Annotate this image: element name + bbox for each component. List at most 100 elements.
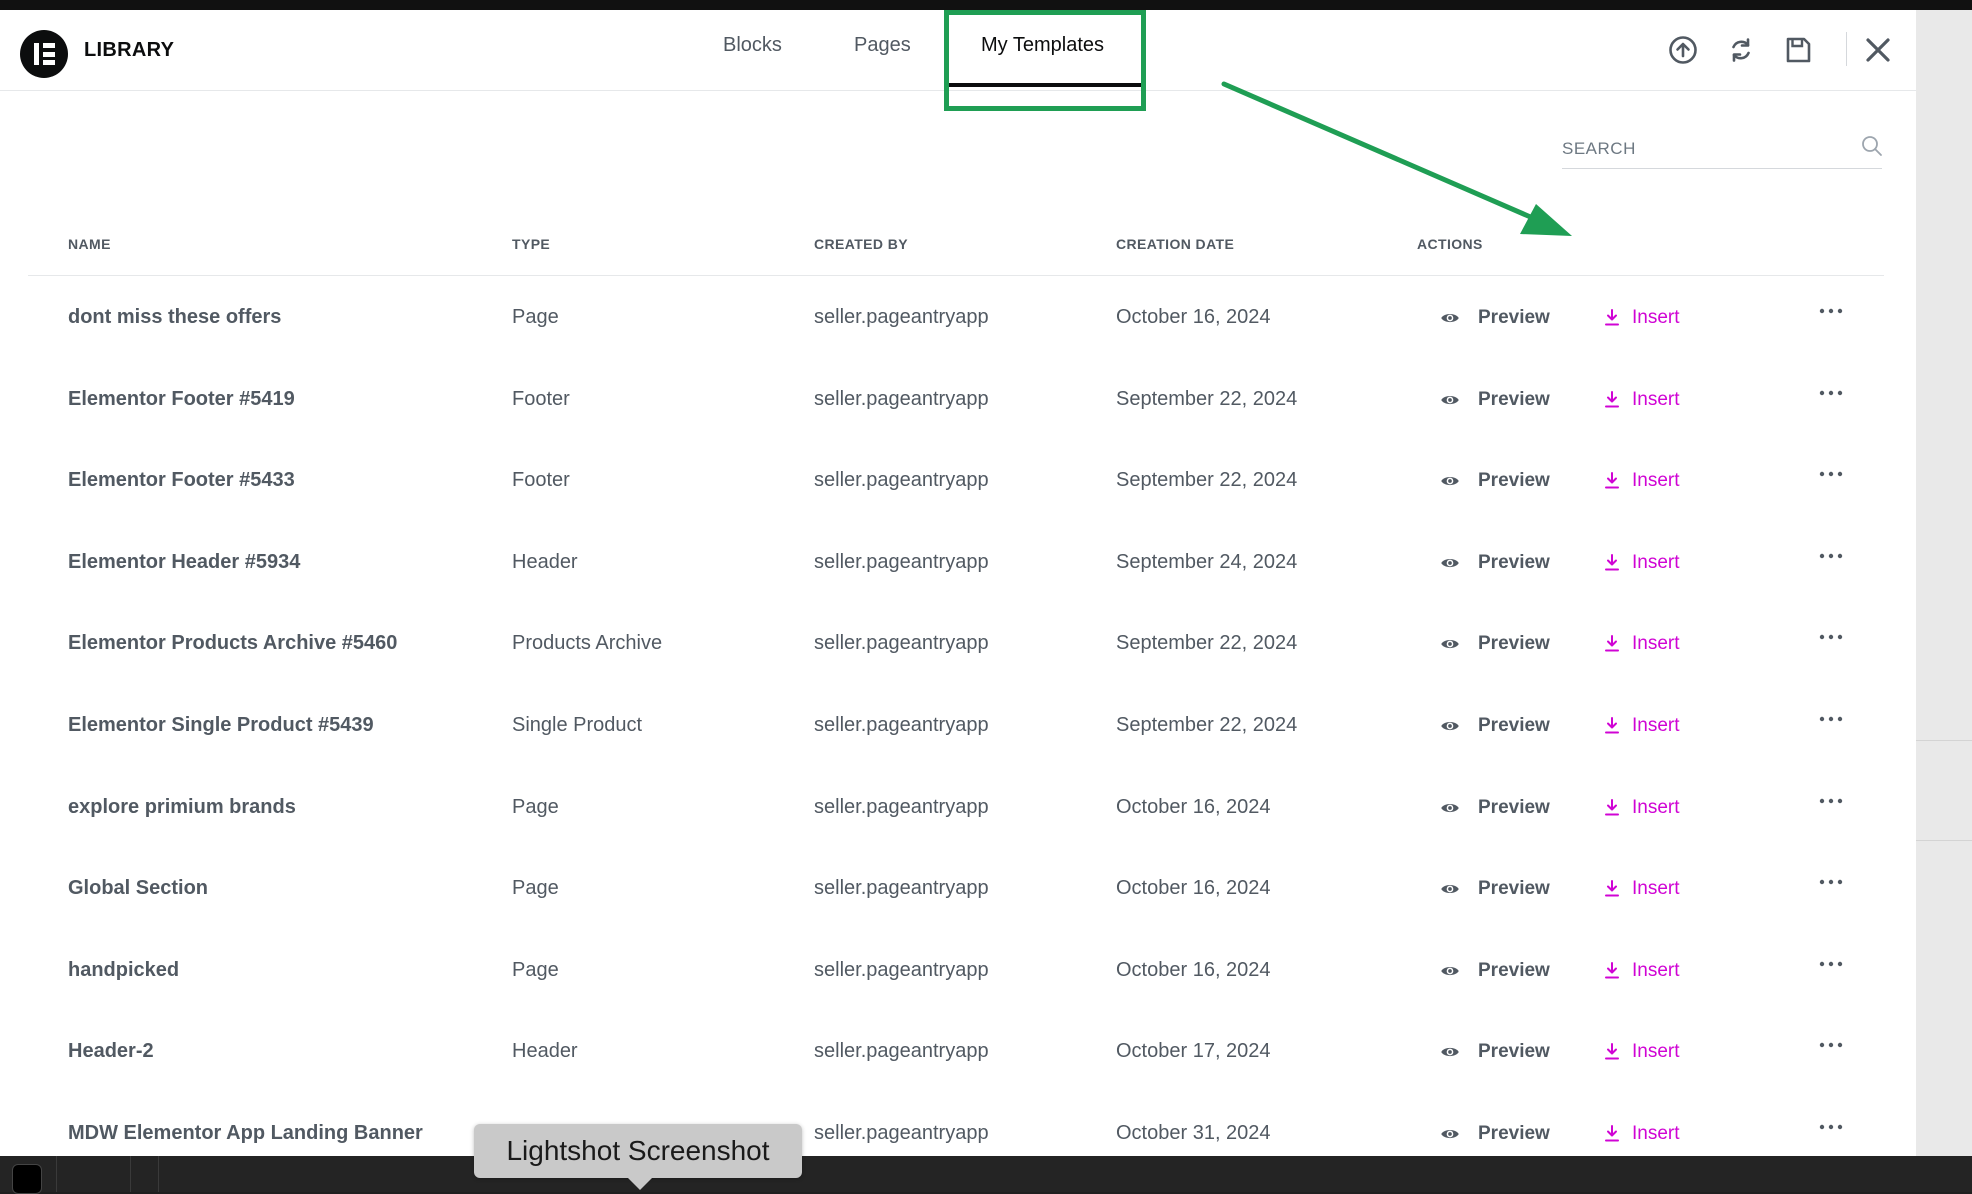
download-icon bbox=[1605, 962, 1619, 979]
preview-label: Preview bbox=[1478, 470, 1550, 491]
preview-button[interactable]: Preview bbox=[1440, 1114, 1550, 1154]
eye-icon bbox=[1441, 884, 1459, 894]
insert-button[interactable]: Insert bbox=[1604, 869, 1680, 909]
insert-button[interactable]: Insert bbox=[1604, 380, 1680, 420]
template-name[interactable]: Header-2 bbox=[68, 1040, 154, 1063]
insert-button[interactable]: Insert bbox=[1604, 543, 1680, 583]
tab-pages[interactable]: Pages bbox=[854, 34, 911, 57]
more-options-icon[interactable] bbox=[1816, 704, 1846, 734]
table-row: dont miss these offers Page seller.pageant… bbox=[0, 276, 1916, 358]
template-author: seller.pageantryapp bbox=[814, 1122, 989, 1144]
template-author: seller.pageantryapp bbox=[814, 714, 989, 736]
preview-label: Preview bbox=[1478, 633, 1550, 654]
preview-button[interactable]: Preview bbox=[1440, 869, 1550, 909]
annotation-arrow bbox=[1221, 81, 1572, 236]
eye-icon bbox=[1441, 1047, 1459, 1057]
eye-icon bbox=[1441, 1129, 1459, 1139]
download-icon bbox=[1605, 880, 1619, 897]
more-options-icon[interactable] bbox=[1816, 1112, 1846, 1142]
template-creation-date: October 17, 2024 bbox=[1116, 1040, 1271, 1062]
template-type: Products Archive bbox=[512, 632, 663, 654]
more-options-icon[interactable] bbox=[1816, 378, 1846, 408]
eye-icon bbox=[1441, 313, 1459, 323]
preview-button[interactable]: Preview bbox=[1440, 461, 1550, 501]
template-creation-date: September 22, 2024 bbox=[1116, 714, 1298, 736]
preview-button[interactable]: Preview bbox=[1440, 624, 1550, 664]
close-icon[interactable] bbox=[1862, 34, 1894, 66]
annotation-highlight-box bbox=[944, 10, 1146, 111]
template-name[interactable]: MDW Elementor App Landing Banner bbox=[68, 1122, 423, 1145]
template-creation-date: October 16, 2024 bbox=[1116, 796, 1271, 818]
preview-button[interactable]: Preview bbox=[1440, 298, 1550, 338]
preview-button[interactable]: Preview bbox=[1440, 951, 1550, 991]
sync-icon[interactable] bbox=[1725, 34, 1757, 66]
template-name[interactable]: explore primium brands bbox=[68, 796, 296, 819]
template-creation-date: September 22, 2024 bbox=[1116, 469, 1298, 491]
column-header-type: TYPE bbox=[512, 236, 551, 252]
tab-blocks[interactable]: Blocks bbox=[723, 34, 782, 57]
search-input[interactable] bbox=[1562, 130, 1882, 169]
preview-label: Preview bbox=[1478, 715, 1550, 736]
elementor-logo-icon bbox=[20, 30, 68, 78]
more-options-icon[interactable] bbox=[1816, 949, 1846, 979]
insert-label: Insert bbox=[1632, 552, 1680, 573]
download-icon bbox=[1605, 554, 1619, 571]
preview-button[interactable]: Preview bbox=[1440, 706, 1550, 746]
template-author: seller.pageantryapp bbox=[814, 388, 989, 410]
template-author: seller.pageantryapp bbox=[814, 306, 989, 328]
template-creation-date: October 16, 2024 bbox=[1116, 306, 1271, 328]
template-creation-date: September 22, 2024 bbox=[1116, 388, 1298, 410]
more-options-icon[interactable] bbox=[1816, 541, 1846, 571]
insert-button[interactable]: Insert bbox=[1604, 298, 1680, 338]
template-name[interactable]: Elementor Header #5934 bbox=[68, 551, 300, 574]
search-icon bbox=[1862, 136, 1882, 156]
header-divider bbox=[1846, 32, 1847, 66]
editor-background-panel bbox=[1916, 10, 1972, 1192]
eye-icon bbox=[1441, 721, 1459, 731]
preview-label: Preview bbox=[1478, 1041, 1550, 1062]
template-name[interactable]: Elementor Products Archive #5460 bbox=[68, 632, 397, 655]
more-options-icon[interactable] bbox=[1816, 786, 1846, 816]
preview-label: Preview bbox=[1478, 960, 1550, 981]
download-icon bbox=[1605, 391, 1619, 408]
preview-button[interactable]: Preview bbox=[1440, 1032, 1550, 1072]
table-row: Elementor Products Archive #5460 Products… bbox=[0, 602, 1916, 684]
upload-icon[interactable] bbox=[1667, 34, 1699, 66]
insert-button[interactable]: Insert bbox=[1604, 951, 1680, 991]
template-name[interactable]: dont miss these offers bbox=[68, 306, 281, 329]
template-creation-date: October 31, 2024 bbox=[1116, 1122, 1271, 1144]
more-options-icon[interactable] bbox=[1816, 867, 1846, 897]
insert-button[interactable]: Insert bbox=[1604, 461, 1680, 501]
preview-button[interactable]: Preview bbox=[1440, 788, 1550, 828]
more-options-icon[interactable] bbox=[1816, 296, 1846, 326]
table-row: explore primium brands Page seller.pageant… bbox=[0, 766, 1916, 848]
insert-button[interactable]: Insert bbox=[1604, 1032, 1680, 1072]
template-name[interactable]: Elementor Footer #5433 bbox=[68, 469, 295, 492]
table-row: MDW Elementor App Landing BannerPagesell… bbox=[0, 1092, 1916, 1156]
more-options-icon[interactable] bbox=[1816, 459, 1846, 489]
preview-button[interactable]: Preview bbox=[1440, 380, 1550, 420]
insert-button[interactable]: Insert bbox=[1604, 1114, 1680, 1154]
insert-button[interactable]: Insert bbox=[1604, 788, 1680, 828]
responsive-device-icon[interactable] bbox=[12, 1164, 42, 1194]
template-name[interactable]: Elementor Footer #5419 bbox=[68, 388, 295, 411]
template-name[interactable]: Elementor Single Product #5439 bbox=[68, 714, 374, 737]
eye-icon bbox=[1441, 803, 1459, 813]
template-name[interactable]: Global Section bbox=[68, 877, 208, 900]
template-library-modal: LIBRARY Blocks Pages My Templates SEARCH… bbox=[0, 10, 1916, 1156]
table-row: handpicked Page seller.pageantryapp October… bbox=[0, 929, 1916, 1011]
insert-label: Insert bbox=[1632, 307, 1680, 328]
more-options-icon[interactable] bbox=[1816, 1030, 1846, 1060]
insert-label: Insert bbox=[1632, 960, 1680, 981]
preview-button[interactable]: Preview bbox=[1440, 543, 1550, 583]
preview-label: Preview bbox=[1478, 878, 1550, 899]
insert-button[interactable]: Insert bbox=[1604, 706, 1680, 746]
insert-button[interactable]: Insert bbox=[1604, 624, 1680, 664]
save-icon[interactable] bbox=[1782, 34, 1814, 66]
template-name[interactable]: handpicked bbox=[68, 959, 179, 982]
table-row: Global Section Page seller.pageantryapp Oct… bbox=[0, 847, 1916, 929]
insert-label: Insert bbox=[1632, 389, 1680, 410]
table-row: Elementor Single Product #5439 Single Pro… bbox=[0, 684, 1916, 766]
more-options-icon[interactable] bbox=[1816, 622, 1846, 652]
template-author: seller.pageantryapp bbox=[814, 469, 989, 491]
